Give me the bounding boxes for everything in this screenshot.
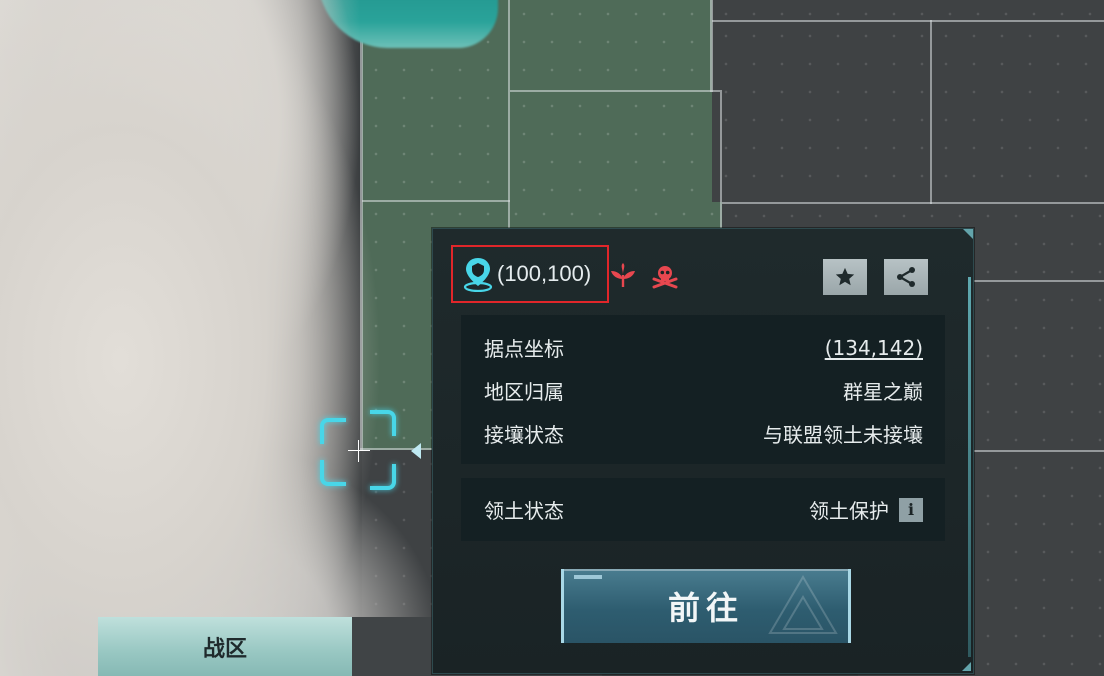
popup-edge-decoration [968,277,971,657]
detail-value: 与联盟领土未接壤 [763,423,923,447]
detail-row-stronghold-coordinates: 据点坐标 (134,142) [484,333,923,362]
territory-status-panel: 领土状态 领土保护 i [461,478,945,541]
reticle-corner [320,418,346,444]
territory-status-value-group: 领土保护 i [809,495,923,524]
reticle-corner [370,410,396,436]
detail-value: 群星之巅 [843,380,923,404]
current-coordinates: (100,100) [497,261,592,286]
popup-corner-decoration [962,662,971,671]
triangle-pattern-icon [768,575,838,634]
detail-label: 地区归属 [484,380,564,404]
coordinate-header[interactable]: (100,100) [451,245,609,303]
go-to-button-label: 前往 [667,589,744,627]
share-button[interactable] [884,259,928,295]
territory-status-value: 领土保护 [809,499,889,523]
location-pin-icon [463,258,493,292]
tile-details-panel: 据点坐标 (134,142) 地区归属 群星之巅 接壤状态 与联盟领土未接壤 [461,315,945,464]
stronghold-coordinates-link[interactable]: (134,142) [825,336,923,360]
star-icon [835,267,855,286]
detail-row-border-status: 接壤状态 与联盟领土未接壤 [484,419,923,448]
detail-label: 据点坐标 [484,337,564,361]
reticle-corner [370,464,396,490]
crosshair-reticle-icon [320,410,400,490]
favorite-button[interactable] [823,259,867,295]
reticle-cross [348,450,370,451]
detail-row-territory-status: 领土状态 领土保护 i [484,495,923,524]
detail-label: 接壤状态 [484,423,564,447]
info-icon[interactable]: i [899,497,923,522]
popup-pointer-icon [411,443,421,459]
sprout-icon [611,263,635,287]
popup-corner-decoration [963,229,973,239]
reticle-cross [358,440,359,462]
detail-label: 领土状态 [484,499,564,523]
reticle-corner [320,460,346,486]
skull-crossbones-icon [652,266,678,289]
game-screen: 战区 矿区 占领 (100,100) [0,0,1104,676]
button-tag-decoration [574,575,602,579]
go-to-button[interactable]: 前往 [561,569,851,643]
tab-war-zone[interactable]: 战区 [98,617,352,676]
detail-row-region: 地区归属 群星之巅 [484,376,923,405]
share-icon [897,267,915,287]
tile-info-popup: (100,100) 据点坐标 (134,142) 地区归属 群星之巅 接壤状态 … [432,228,974,674]
